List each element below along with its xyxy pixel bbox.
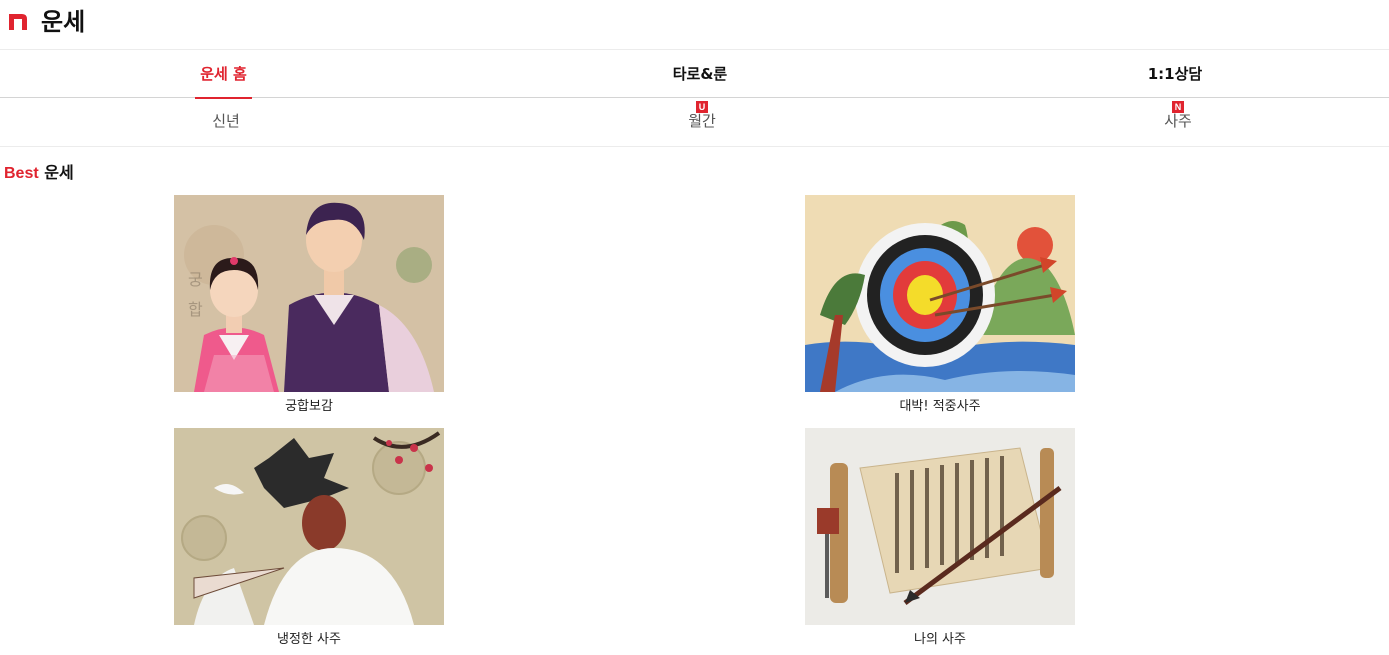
card-caption: 궁합보감 (285, 399, 333, 414)
svg-text:합: 합 (188, 300, 203, 319)
card-caption: 대박! 적중사주 (899, 399, 981, 414)
hanbok-couple-illustration: 궁 합 (174, 195, 444, 392)
page-title: 운세 (41, 8, 86, 36)
subtab-label: 신년 (212, 112, 240, 130)
card-caption: 나의 사주 (914, 632, 966, 647)
tab-fortune-home[interactable]: 운세 홈 (195, 50, 252, 99)
fortune-card[interactable]: 냉정한 사주 (174, 428, 444, 649)
subtab-label: 사주 (1164, 112, 1192, 130)
subtab-monthly[interactable]: U 월간 (642, 98, 762, 146)
fortune-card[interactable]: 나의 사주 (805, 428, 1075, 649)
subtab-saju[interactable]: N 사주 (1118, 98, 1238, 146)
masked-dancer-illustration (174, 428, 444, 625)
subtab-label: 월간 (688, 112, 716, 130)
section-title: Best 운세 (4, 162, 74, 185)
section-highlight: Best (4, 165, 39, 182)
tab-consultation[interactable]: 1:1상담 (1140, 50, 1210, 98)
sub-tabs: 신년 U 월간 N 사주 (0, 98, 1389, 147)
svg-text:궁: 궁 (188, 270, 203, 289)
section-heading: 운세 (44, 163, 74, 182)
subtab-new-year[interactable]: 신년 (166, 98, 286, 146)
tab-tarot-rune[interactable]: 타로&룬 (660, 50, 740, 98)
n-logo-icon[interactable] (8, 11, 28, 31)
fortune-card[interactable]: 대박! 적중사주 (805, 195, 1075, 416)
header: 운세 (0, 0, 1389, 50)
scroll-and-brush-illustration (805, 428, 1075, 625)
archery-target-illustration (805, 195, 1075, 392)
card-caption: 냉정한 사주 (277, 632, 341, 647)
fortune-card[interactable]: 궁 합 궁합보감 (174, 195, 444, 416)
main-tabs: 운세 홈 타로&룬 1:1상담 (0, 50, 1389, 99)
